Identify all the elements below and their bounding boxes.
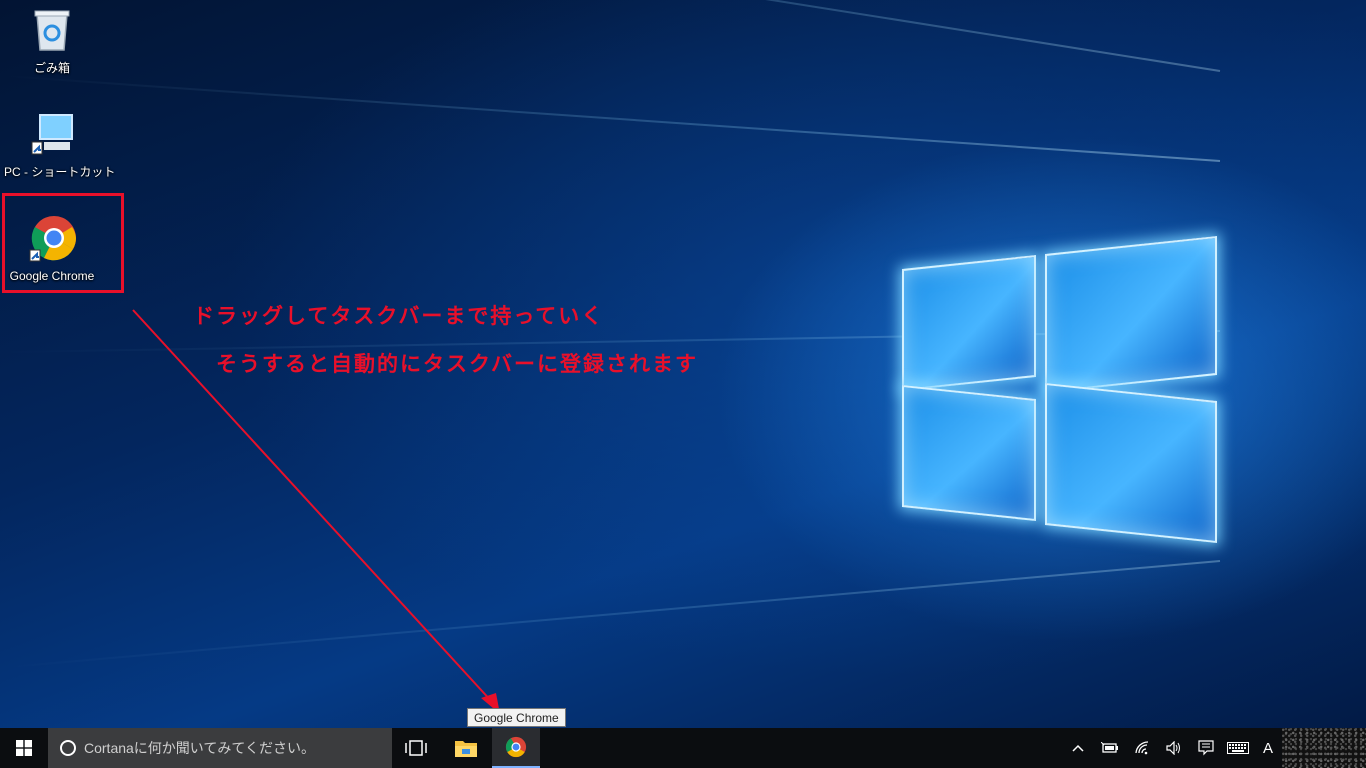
- folder-icon: [455, 741, 477, 757]
- battery-icon[interactable]: [1094, 728, 1126, 768]
- volume-icon[interactable]: [1158, 728, 1190, 768]
- desktop-icon-recycle-bin[interactable]: ごみ箱: [4, 8, 100, 76]
- desktop-icon-pc-shortcut[interactable]: PC - ショートカット: [4, 112, 116, 180]
- cortana-search-box[interactable]: Cortanaに何か聞いてみてください。: [48, 728, 392, 768]
- logo-pane-bottom-left: [902, 384, 1036, 522]
- logo-pane-top-right: [1045, 235, 1217, 394]
- chrome-taskbar-button[interactable]: [492, 728, 540, 768]
- recycle-bin-icon: [34, 10, 70, 51]
- logo-pane-bottom-right: [1045, 382, 1217, 544]
- system-tray: A: [1062, 728, 1366, 768]
- show-desktop-button[interactable]: [1282, 728, 1366, 768]
- pc-icon: [31, 114, 73, 155]
- taskbar: Cortanaに何か聞いてみてください。 A: [0, 728, 1366, 768]
- cortana-icon: [60, 740, 76, 756]
- touch-keyboard-icon[interactable]: [1222, 728, 1254, 768]
- light-beam: [4, 560, 1221, 669]
- desktop-icon-label: ごみ箱: [33, 61, 70, 75]
- ime-mode-indicator[interactable]: A: [1254, 728, 1282, 768]
- desktop: ごみ箱 PC - ショートカット Google Chrome ドラッグしてタスク…: [0, 0, 1366, 728]
- search-placeholder: Cortanaに何か聞いてみてください。: [84, 740, 315, 756]
- wifi-icon[interactable]: [1126, 728, 1158, 768]
- start-button[interactable]: [0, 728, 48, 768]
- show-hidden-icons-chevron-up-icon[interactable]: [1062, 728, 1094, 768]
- logo-pane-top-left: [902, 254, 1036, 392]
- desktop-icon-label: PC - ショートカット: [4, 165, 116, 179]
- action-center-icon[interactable]: [1190, 728, 1222, 768]
- task-view-icon: [405, 740, 427, 756]
- light-beam: [14, 0, 1221, 72]
- windows-start-icon: [16, 740, 32, 756]
- light-beam: [2, 74, 1221, 162]
- chrome-icon: [505, 736, 527, 758]
- annotation-text-line2: そうすると自動的にタスクバーに登録されます: [216, 352, 698, 376]
- annotation-highlight-box: [2, 193, 124, 293]
- file-explorer-taskbar-button[interactable]: [442, 728, 490, 768]
- annotation-text-line1: ドラッグしてタスクバーまで持っていく: [193, 304, 605, 328]
- task-view-button[interactable]: [392, 728, 440, 768]
- tooltip: Google Chrome: [467, 708, 566, 727]
